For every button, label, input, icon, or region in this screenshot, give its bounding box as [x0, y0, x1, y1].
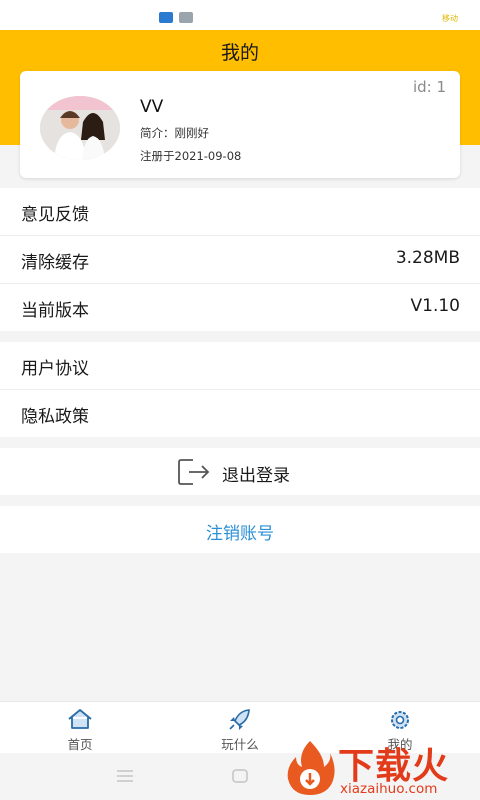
- menu-item-label: 清除缓存: [21, 253, 89, 273]
- watermark-url: xiazaihuo.com: [340, 781, 438, 797]
- rocket-icon: [229, 709, 250, 730]
- carrier-label: 移动: [442, 14, 458, 23]
- flame-logo-icon: [287, 741, 335, 795]
- home-icon: [68, 709, 92, 729]
- watermark: 下载火 xiazaihuo.com: [282, 737, 480, 800]
- avatar[interactable]: [40, 96, 120, 160]
- registration-date: 注册于2021-09-08: [140, 149, 242, 163]
- logout-button[interactable]: 退出登录: [0, 448, 480, 495]
- home-button-icon[interactable]: [232, 769, 248, 783]
- menu-item-user-agreement[interactable]: 用户协议: [0, 342, 480, 390]
- menu-item-clear-cache[interactable]: 清除缓存 3.28MB: [0, 236, 480, 284]
- status-bar: 移动: [0, 0, 480, 30]
- menu-item-label: 用户协议: [21, 359, 89, 379]
- menu-item-label: 当前版本: [21, 301, 89, 321]
- settings-group-1: 意见反馈 清除缓存 3.28MB 当前版本 V1.10: [0, 188, 480, 331]
- menu-item-label: 意见反馈: [21, 205, 89, 225]
- gear-icon: [391, 711, 409, 729]
- version-value: V1.10: [410, 296, 460, 316]
- username: VV: [140, 97, 164, 117]
- logout-label: 退出登录: [222, 466, 290, 486]
- cancel-account-button[interactable]: 注销账号: [0, 506, 480, 553]
- profile-card[interactable]: VV 简介：刚刚好 注册于2021-09-08 id: 1: [20, 71, 460, 178]
- menu-item-feedback[interactable]: 意见反馈: [0, 188, 480, 236]
- usb-icon: [159, 12, 173, 23]
- page-title: 我的: [220, 42, 259, 64]
- user-bio: 简介：刚刚好: [140, 126, 209, 140]
- settings-group-2: 用户协议 隐私政策: [0, 342, 480, 437]
- user-id: id: 1: [412, 78, 446, 96]
- cache-size-value: 3.28MB: [395, 248, 460, 268]
- cancel-account-label: 注销账号: [206, 524, 274, 544]
- tab-label: 首页: [67, 737, 93, 752]
- menu-item-version[interactable]: 当前版本 V1.10: [0, 284, 480, 331]
- menu-icon[interactable]: [117, 770, 133, 782]
- logout-icon: [178, 459, 210, 485]
- menu-item-privacy-policy[interactable]: 隐私政策: [0, 390, 480, 437]
- tab-home[interactable]: 首页: [0, 702, 160, 754]
- menu-item-label: 隐私政策: [21, 407, 89, 427]
- notification-icon: [179, 12, 193, 23]
